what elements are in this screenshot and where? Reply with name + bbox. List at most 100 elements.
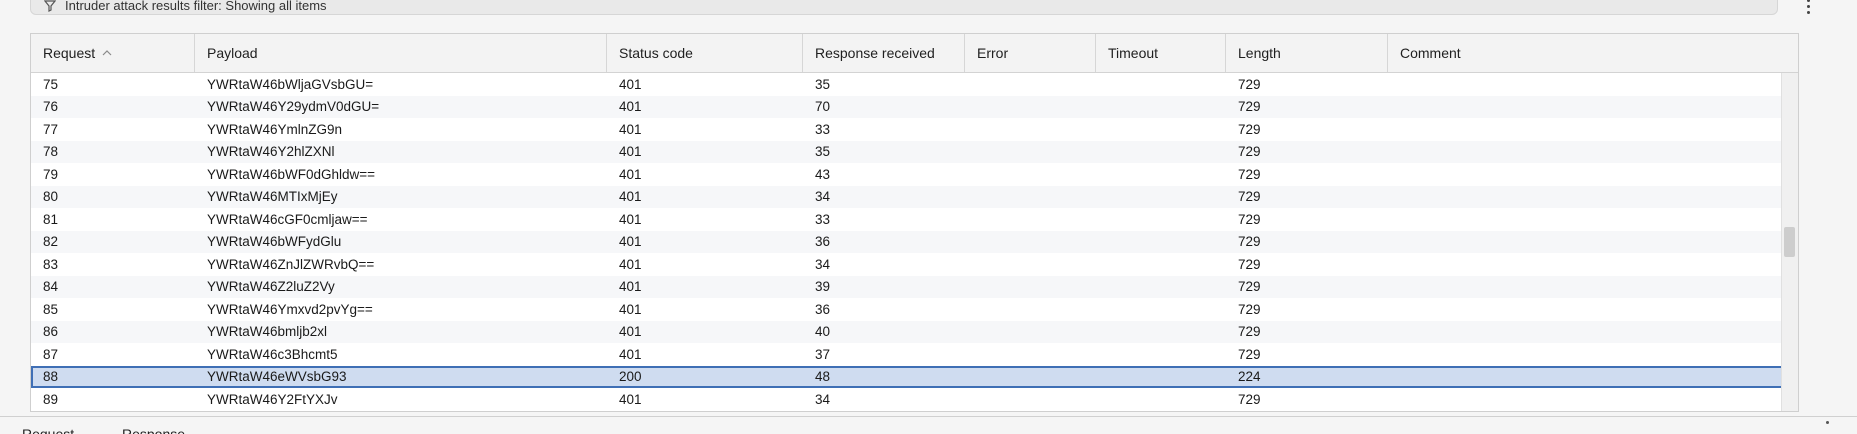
table-cell-length: 729 <box>1238 166 1261 182</box>
table-row[interactable]: 80 YWRtaW46MTIxMjEy 401 34 729 <box>31 185 1798 208</box>
table-body: 75 YWRtaW46bWljaGVsbGU= 401 35 729 76 YWRtaW46… <box>31 73 1798 411</box>
table-cell-request: 83 <box>43 256 59 272</box>
table-cell-received: 39 <box>815 279 831 295</box>
column-header-label: Error <box>977 45 1009 61</box>
vertical-scrollbar[interactable] <box>1781 73 1798 411</box>
table-cell-payload: YWRtaW46Y2hlZXNl <box>207 144 335 160</box>
table-cell-status: 401 <box>619 391 642 407</box>
table-cell-payload: YWRtaW46cGF0cmljaw== <box>207 211 368 227</box>
table-cell-status: 401 <box>619 346 642 362</box>
table-cell-request: 81 <box>43 211 59 227</box>
table-cell-request: 76 <box>43 99 59 115</box>
table-cell-received: 33 <box>815 121 831 137</box>
table-row[interactable]: 85 YWRtaW46Ymxvd2pvYg== 401 36 729 <box>31 298 1798 321</box>
table-row[interactable]: 76 YWRtaW46Y29ydmV0dGU= 401 70 729 <box>31 95 1798 118</box>
column-header-error[interactable]: Error <box>965 34 1096 72</box>
column-header-timeout[interactable]: Timeout <box>1096 34 1226 72</box>
table-row[interactable]: 81 YWRtaW46cGF0cmljaw== 401 33 729 <box>31 208 1798 231</box>
table-cell-length: 729 <box>1238 279 1261 295</box>
table-cell-request: 86 <box>43 324 59 340</box>
table-cell-payload: YWRtaW46Z2luZ2Vy <box>207 279 335 295</box>
table-row[interactable]: 83 YWRtaW46ZnJlZWRvbQ== 401 34 729 <box>31 253 1798 276</box>
table-cell-payload: YWRtaW46Y29ydmV0dGU= <box>207 99 380 115</box>
table-cell-payload: YWRtaW46bmljb2xl <box>207 324 328 340</box>
table-cell-received: 33 <box>815 211 831 227</box>
table-cell-length: 729 <box>1238 76 1261 92</box>
table-cell-length: 729 <box>1238 346 1261 362</box>
table-cell-received: 40 <box>815 324 831 340</box>
column-header-response-received[interactable]: Response received <box>803 34 965 72</box>
table-cell-request: 80 <box>43 189 59 205</box>
table-cell-received: 34 <box>815 189 831 205</box>
column-header-length[interactable]: Length <box>1226 34 1388 72</box>
column-header-label: Request <box>43 45 96 61</box>
column-header-label: Response received <box>815 45 935 61</box>
table-cell-payload: YWRtaW46bWljaGVsbGU= <box>207 76 374 92</box>
table-cell-received: 35 <box>815 144 831 160</box>
table-cell-length: 729 <box>1238 211 1261 227</box>
table-cell-length: 729 <box>1238 121 1261 137</box>
table-cell-length: 224 <box>1238 369 1261 385</box>
table-cell-request: 84 <box>43 279 59 295</box>
table-cell-request: 87 <box>43 346 59 362</box>
table-cell-payload: YWRtaW46Y2FtYXJv <box>207 391 338 407</box>
table-cell-received: 36 <box>815 301 831 317</box>
table-cell-status: 401 <box>619 301 642 317</box>
table-cell-length: 729 <box>1238 144 1261 160</box>
filter-funnel-icon <box>43 0 57 13</box>
table-cell-payload: YWRtaW46Ymxvd2pvYg== <box>207 301 373 317</box>
table-cell-length: 729 <box>1238 234 1261 250</box>
table-cell-status: 401 <box>619 324 642 340</box>
table-cell-received: 36 <box>815 234 831 250</box>
table-row[interactable]: 82 YWRtaW46bWFydGlu 401 36 729 <box>31 230 1798 253</box>
table-cell-status: 401 <box>619 234 642 250</box>
table-row[interactable]: 75 YWRtaW46bWljaGVsbGU= 401 35 729 <box>31 73 1798 96</box>
table-cell-payload: YWRtaW46ZnJlZWRvbQ== <box>207 256 375 272</box>
table-cell-status: 200 <box>619 369 642 385</box>
table-cell-payload: YWRtaW46YmlnZG9n <box>207 121 343 137</box>
table-cell-length: 729 <box>1238 301 1261 317</box>
table-cell-status: 401 <box>619 76 642 92</box>
table-row[interactable]: 86 YWRtaW46bmljb2xl 401 40 729 <box>31 320 1798 343</box>
column-header-label: Status code <box>619 45 693 61</box>
table-cell-status: 401 <box>619 99 642 115</box>
table-row[interactable]: 78 YWRtaW46Y2hlZXNl 401 35 729 <box>31 140 1798 163</box>
table-cell-status: 401 <box>619 189 642 205</box>
table-cell-status: 401 <box>619 279 642 295</box>
table-row[interactable]: 84 YWRtaW46Z2luZ2Vy 401 39 729 <box>31 275 1798 298</box>
column-header-status-code[interactable]: Status code <box>607 34 803 72</box>
results-table: Request Payload Status code Response rec… <box>30 33 1799 412</box>
column-header-comment[interactable]: Comment <box>1388 34 1798 72</box>
table-cell-status: 401 <box>619 256 642 272</box>
table-row[interactable]: 79 YWRtaW46bWF0dGhldw== 401 43 729 <box>31 163 1798 186</box>
table-row[interactable]: 88 YWRtaW46eWVsbG93 200 48 224 <box>31 365 1798 388</box>
results-filter-bar[interactable]: Intruder attack results filter: Showing … <box>30 0 1778 15</box>
table-row[interactable]: 77 YWRtaW46YmlnZG9n 401 33 729 <box>31 118 1798 141</box>
table-cell-payload: YWRtaW46c3Bhcmt5 <box>207 346 338 362</box>
table-cell-received: 37 <box>815 346 831 362</box>
table-row[interactable]: 89 YWRtaW46Y2FtYXJv 401 34 729 <box>31 388 1798 411</box>
table-cell-status: 401 <box>619 144 642 160</box>
column-header-payload[interactable]: Payload <box>195 34 607 72</box>
table-cell-request: 89 <box>43 391 59 407</box>
table-cell-received: 34 <box>815 391 831 407</box>
table-cell-length: 729 <box>1238 189 1261 205</box>
column-header-label: Length <box>1238 45 1281 61</box>
table-cell-received: 70 <box>815 99 831 115</box>
message-editor-tabs: Request Response <box>0 416 1857 434</box>
table-row[interactable]: 87 YWRtaW46c3Bhcmt5 401 37 729 <box>31 343 1798 366</box>
table-cell-status: 401 <box>619 121 642 137</box>
table-cell-received: 34 <box>815 256 831 272</box>
column-header-request[interactable]: Request <box>31 34 195 72</box>
panel-options-icon[interactable] <box>1826 421 1829 424</box>
table-cell-request: 77 <box>43 121 59 137</box>
more-vertical-icon[interactable] <box>1799 0 1817 15</box>
table-cell-length: 729 <box>1238 256 1261 272</box>
table-cell-request: 79 <box>43 166 59 182</box>
table-cell-payload: YWRtaW46eWVsbG93 <box>207 369 347 385</box>
table-cell-received: 35 <box>815 76 831 92</box>
column-header-label: Comment <box>1400 45 1461 61</box>
table-header: Request Payload Status code Response rec… <box>31 34 1798 73</box>
table-cell-status: 401 <box>619 166 642 182</box>
scrollbar-thumb[interactable] <box>1784 227 1795 257</box>
